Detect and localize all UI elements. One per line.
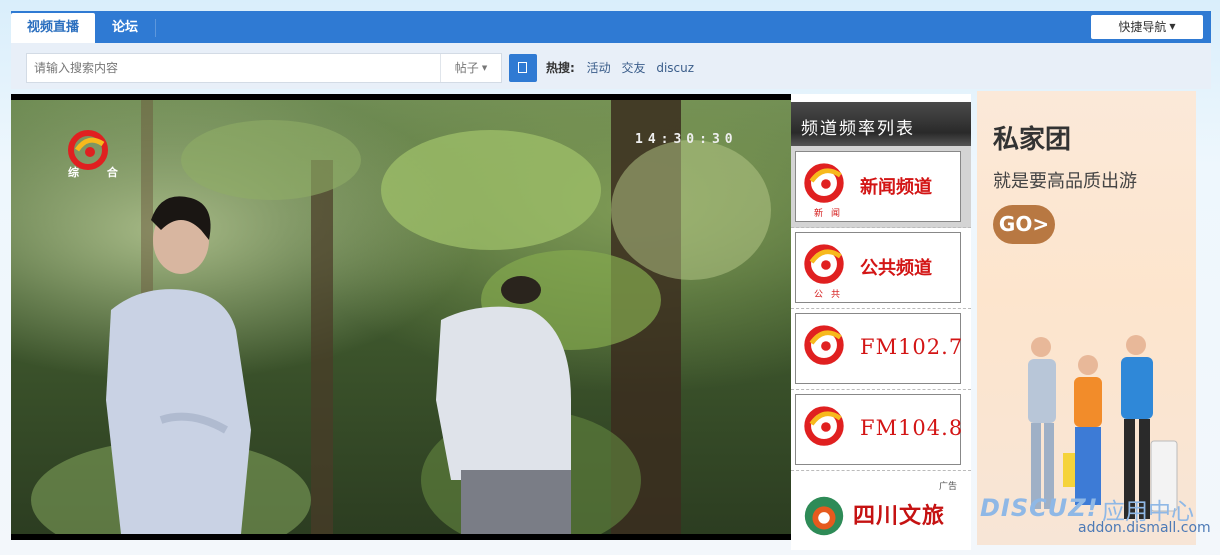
channel-list: 频道频率列表 新闻频道 新闻 公共频道 公共 FM102.7 FM104.8 广…: [791, 94, 971, 550]
station-logo-label: 综 合: [68, 166, 130, 179]
channel-list-header: 频道频率列表: [791, 102, 971, 146]
channel-name: 新闻频道: [860, 177, 932, 198]
channel-name: 公共频道: [860, 258, 932, 279]
sichuan-tourism-logo-icon[interactable]: [800, 492, 848, 540]
chevron-down-icon: ▼: [1169, 22, 1176, 31]
search-type-select[interactable]: 帖子 ▼: [440, 54, 501, 82]
search-icon: [518, 62, 527, 73]
tab-video-live[interactable]: 视频直播: [11, 13, 95, 43]
channel-card: FM102.7: [795, 313, 964, 384]
search-input[interactable]: [27, 54, 453, 82]
channel-name: FM102.7: [860, 335, 964, 359]
channel-item-public[interactable]: 公共频道 公共: [791, 227, 971, 309]
channel-logo-icon: [804, 244, 844, 284]
tab-forum[interactable]: 论坛: [97, 13, 153, 43]
channel-list-title: 频道频率列表: [801, 119, 915, 139]
video-frame: 综 合 14:30:30: [11, 100, 791, 534]
channel-subtitle: 新闻: [814, 209, 849, 219]
channel-card: 公共频道 公共: [795, 232, 961, 303]
channel-item-fm1027[interactable]: FM102.7: [791, 308, 971, 390]
quick-nav-label: 快捷导航: [1118, 20, 1167, 34]
channel-item-news[interactable]: 新闻频道 新闻: [791, 146, 971, 228]
ad-subtitle: 就是要高品质出游: [993, 171, 1137, 192]
hot-link[interactable]: 交友: [621, 61, 645, 75]
video-player[interactable]: 综 合 14:30:30: [11, 94, 791, 540]
channel-subtitle: 公共: [814, 290, 849, 300]
search-bar: 帖子▼ 热搜: 活动 交友 discuz: [11, 43, 1211, 89]
ad-go-button[interactable]: GO>: [993, 205, 1055, 244]
quick-nav-button[interactable]: 快捷导航 ▼: [1091, 15, 1203, 39]
channel-card: FM104.8: [795, 394, 964, 465]
sichuan-tourism-ad[interactable]: 四川文旅: [853, 498, 945, 530]
top-nav-bar: 视频直播 论坛 快捷导航 ▼: [11, 11, 1211, 43]
search-box: 帖子▼: [26, 53, 502, 83]
channel-name: FM104.8: [860, 416, 964, 440]
channel-logo-icon: [804, 163, 844, 203]
tab-divider: [155, 19, 156, 37]
channel-logo-icon: [804, 325, 844, 365]
watermark-brand: DISCUZ!: [980, 494, 1099, 522]
search-type-label: 帖子: [454, 61, 479, 75]
watermark-url: addon.dismall.com: [1078, 520, 1211, 536]
channel-card: 新闻频道 新闻: [795, 151, 961, 222]
hot-link[interactable]: discuz: [656, 61, 694, 75]
hot-search: 热搜: 活动 交友 discuz: [546, 59, 701, 76]
hot-link[interactable]: 活动: [587, 61, 611, 75]
ad-title: 私家团: [993, 125, 1072, 155]
search-button[interactable]: [509, 54, 537, 82]
discuz-watermark: DISCUZ! 应用中心 addon.dismall.com: [942, 490, 1220, 550]
channel-logo-icon: [804, 406, 844, 446]
video-clock: 14:30:30: [635, 132, 738, 147]
chevron-down-icon: ▼: [481, 64, 488, 72]
travel-ad-banner[interactable]: 私家团 就是要高品质出游 GO>: [977, 91, 1196, 545]
hot-search-label: 热搜:: [546, 61, 575, 75]
channel-item-fm1048[interactable]: FM104.8: [791, 389, 971, 471]
